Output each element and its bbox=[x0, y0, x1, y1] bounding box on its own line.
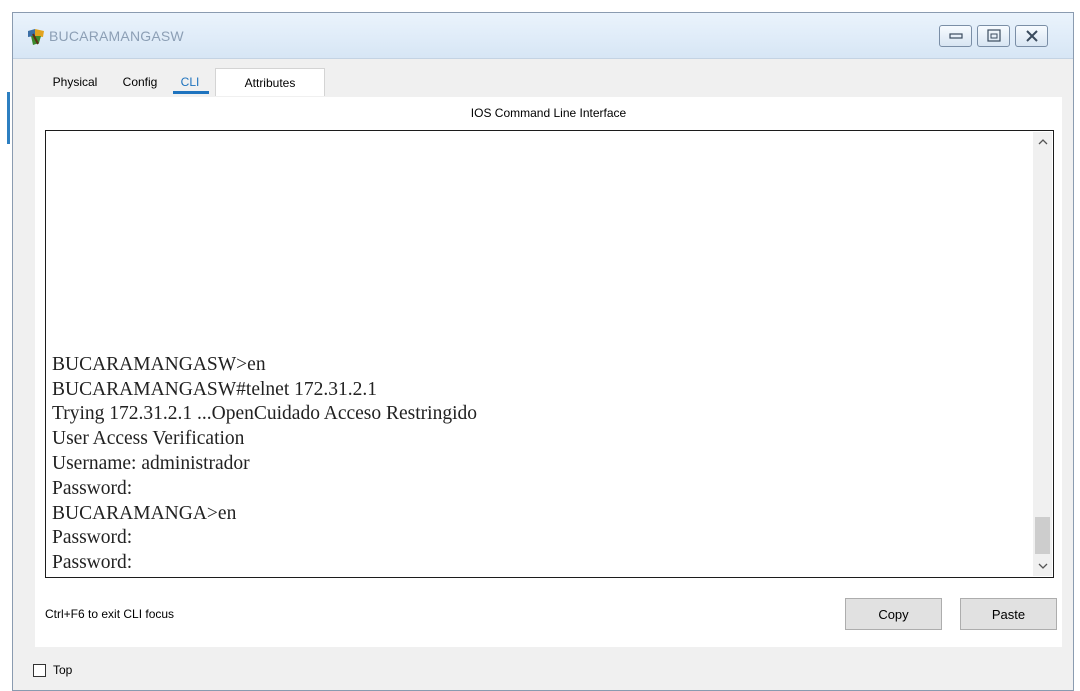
paste-button[interactable]: Paste bbox=[960, 598, 1057, 630]
device-window: BUCARAMANGASW Physical Config CLI Attrib… bbox=[12, 12, 1074, 691]
terminal-scrollbar[interactable] bbox=[1033, 132, 1052, 576]
terminal-line: User Access Verification bbox=[52, 428, 245, 450]
cli-panel: IOS Command Line Interface BUCARAMANGASW… bbox=[35, 97, 1062, 647]
terminal-line: Password: bbox=[52, 552, 133, 574]
terminal-line: Password: bbox=[52, 477, 133, 499]
minimize-icon bbox=[948, 33, 963, 39]
tab-cli[interactable]: CLI bbox=[165, 68, 215, 96]
minimize-button[interactable] bbox=[939, 25, 972, 47]
panel-title: IOS Command Line Interface bbox=[470, 106, 627, 120]
app-icon bbox=[28, 29, 44, 45]
close-button[interactable] bbox=[1015, 25, 1048, 47]
chevron-up-icon bbox=[1038, 139, 1047, 145]
terminal-line: Username: administrador bbox=[52, 453, 250, 475]
bottom-bar: Top bbox=[33, 658, 72, 682]
terminal-output: BUCARAMANGASW>en BUCARAMANGASW#telnet 17… bbox=[52, 353, 1027, 576]
terminal-line: BUCARAMANGA>en bbox=[52, 502, 237, 524]
tab-attributes[interactable]: Attributes bbox=[215, 68, 325, 96]
close-icon bbox=[1025, 30, 1038, 42]
tab-physical[interactable]: Physical bbox=[35, 68, 115, 96]
terminal-line: BUCARAMANGASW>en bbox=[52, 353, 266, 375]
title-bar[interactable]: BUCARAMANGASW bbox=[13, 13, 1073, 59]
cli-terminal[interactable]: BUCARAMANGASW>en BUCARAMANGASW#telnet 17… bbox=[45, 130, 1054, 578]
cli-focus-hint: Ctrl+F6 to exit CLI focus bbox=[45, 607, 175, 621]
top-checkbox[interactable] bbox=[33, 663, 46, 677]
scroll-down-button[interactable] bbox=[1033, 556, 1052, 576]
scroll-thumb[interactable] bbox=[1035, 517, 1050, 554]
window-title: BUCARAMANGASW bbox=[49, 28, 184, 44]
terminal-line: Password: bbox=[52, 527, 133, 549]
chevron-down-icon bbox=[1038, 563, 1047, 569]
top-label: Top bbox=[53, 663, 73, 677]
terminal-line: Trying 172.31.2.1 ...OpenCuidado Acceso … bbox=[52, 403, 478, 425]
maximize-button[interactable] bbox=[977, 25, 1010, 47]
scroll-up-button[interactable] bbox=[1033, 132, 1052, 152]
copy-button[interactable]: Copy bbox=[845, 598, 942, 630]
tab-config[interactable]: Config bbox=[115, 68, 165, 96]
terminal-line: BUCARAMANGASW#telnet 172.31.2.1 bbox=[52, 378, 377, 400]
background-accent-bar bbox=[7, 92, 10, 144]
maximize-icon bbox=[986, 29, 1001, 42]
